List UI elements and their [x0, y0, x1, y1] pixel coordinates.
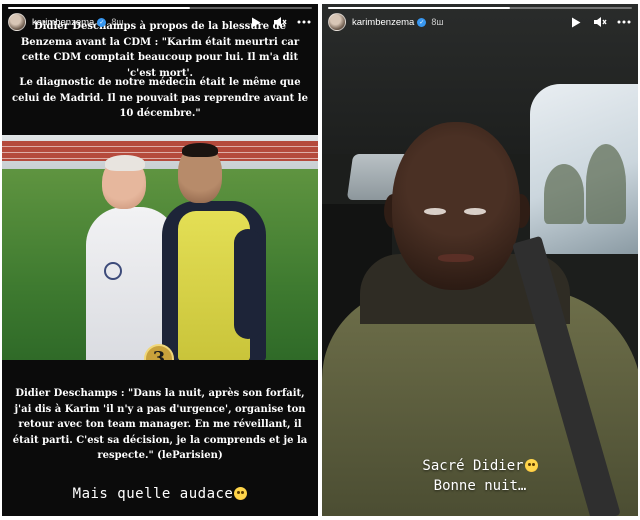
running-track — [2, 141, 318, 161]
man-mouth — [438, 254, 474, 262]
emoji-face-icon — [234, 487, 248, 500]
man-head — [392, 122, 520, 290]
more-icon[interactable] — [296, 14, 312, 30]
play-icon[interactable] — [248, 14, 264, 30]
story-photo: 3 — [2, 135, 318, 360]
story-overlay-line1: Sacré Didier — [322, 458, 638, 474]
story-progress-fill — [8, 7, 191, 9]
post-time: 8ш — [431, 17, 444, 27]
story-overlay-line2: Bonne nuit… — [433, 478, 527, 494]
car-side-window — [530, 84, 638, 254]
man-eye-right — [464, 208, 486, 215]
avatar[interactable] — [328, 13, 346, 31]
story-caption-middle: Le diagnostic de notre médecin était le … — [12, 77, 308, 119]
story-caption-bottom: Didier Deschamps : "Dans la nuit, après … — [12, 388, 308, 461]
coach-hair — [105, 155, 145, 171]
mute-icon[interactable] — [592, 14, 608, 30]
emoji-face-icon — [524, 459, 538, 472]
overlay-line1-label: Sacré Didier — [422, 458, 524, 474]
man-eye-left — [424, 208, 446, 215]
username[interactable]: karimbenzema — [32, 17, 94, 28]
post-time: 8ш — [111, 17, 124, 27]
overlay-text-label: Mais quelle audace — [72, 486, 234, 502]
player-arm — [234, 229, 262, 339]
story-progress-bar — [8, 7, 312, 9]
avatar[interactable] — [8, 13, 26, 31]
play-icon[interactable] — [568, 14, 584, 30]
story-overlay-text: Mais quelle audace — [2, 486, 318, 502]
username[interactable]: karimbenzema — [352, 17, 414, 28]
verified-badge-icon: ✓ — [417, 17, 427, 27]
story-header: karimbenzema ✓ 8ш — [328, 12, 632, 32]
story-panel-right[interactable]: karimbenzema ✓ 8ш Sacré Didier Bonne nui… — [322, 4, 638, 516]
more-icon[interactable] — [616, 14, 632, 30]
verified-badge-icon: ✓ — [97, 17, 107, 27]
mute-icon[interactable] — [272, 14, 288, 30]
story-panel-left[interactable]: karimbenzema ✓ 8ш Didier Deschamps à pro… — [2, 4, 318, 516]
story-progress-fill — [328, 7, 511, 9]
story-header: karimbenzema ✓ 8ш — [8, 12, 312, 32]
coach-crest — [104, 262, 122, 280]
story-progress-bar — [328, 7, 632, 9]
player-hair — [182, 143, 218, 157]
